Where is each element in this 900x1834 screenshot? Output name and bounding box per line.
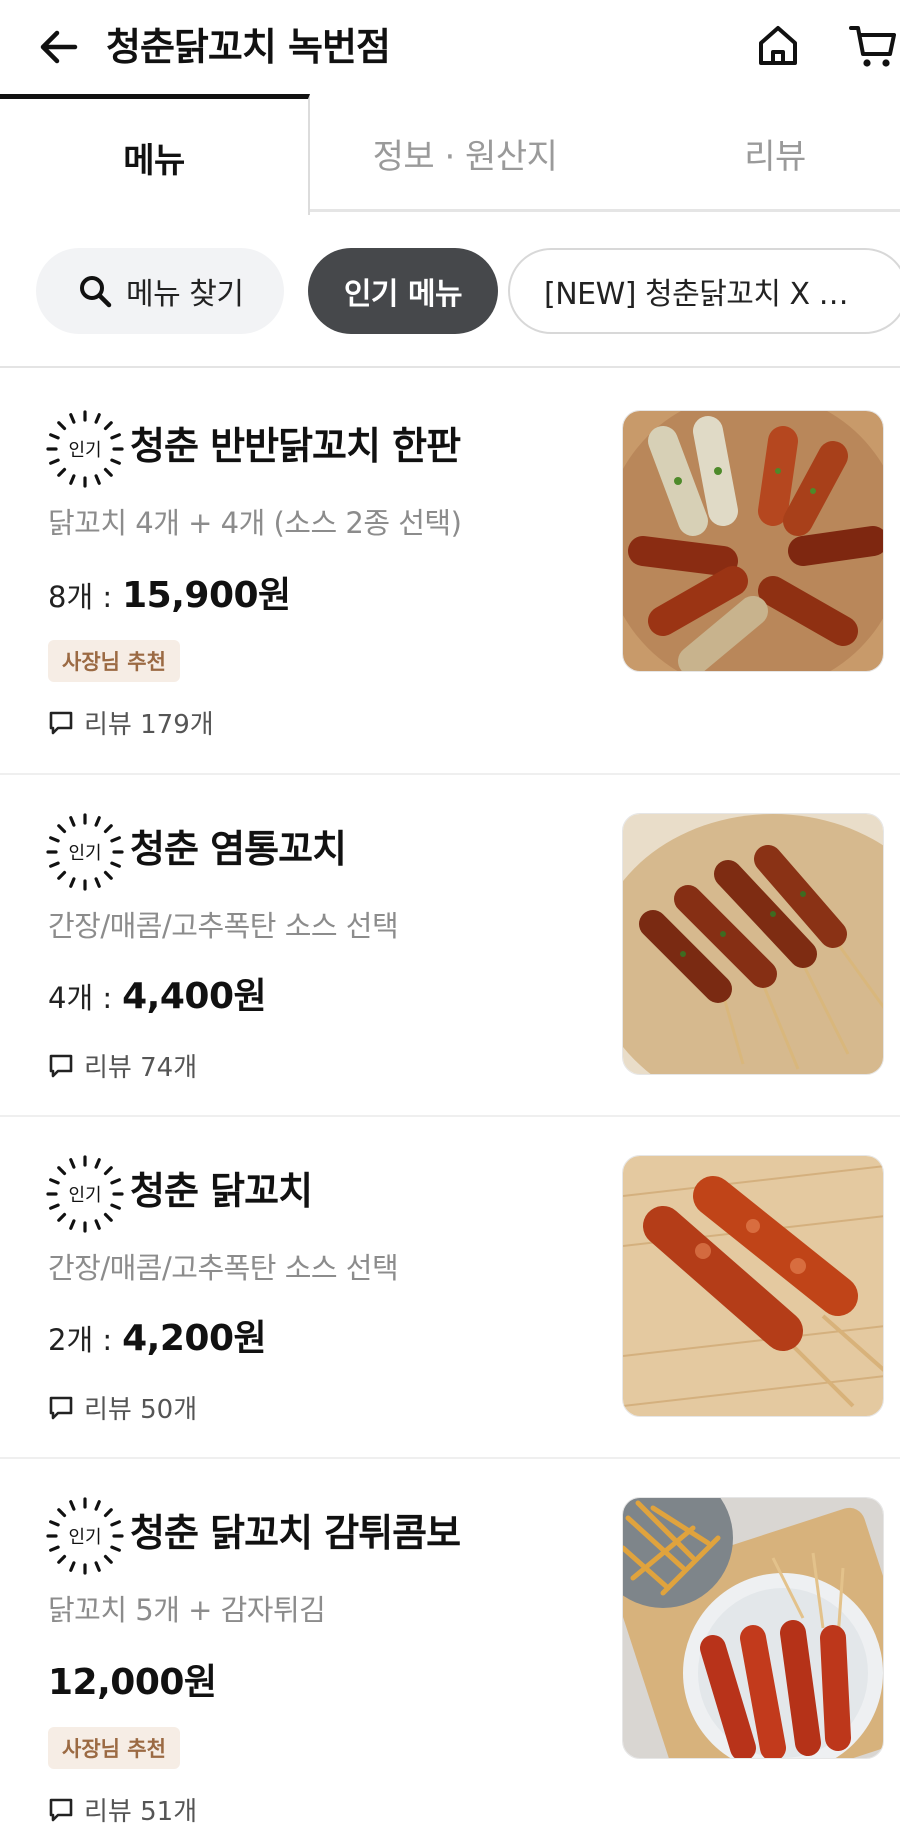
home-button[interactable]: [752, 20, 804, 72]
popular-menu-chip[interactable]: 인기 메뉴: [308, 248, 498, 334]
owner-recommend-badge: 사장님 추천: [48, 640, 180, 682]
menu-item-quantity: 8개 :: [48, 580, 113, 614]
menu-item-price-line: 12,000원: [48, 1653, 217, 1705]
svg-text:인기: 인기: [68, 843, 101, 864]
store-title: 청춘닭꼬치 녹번점: [106, 25, 391, 69]
menu-item-review: 리뷰 74개: [48, 1047, 197, 1084]
comment-icon: [48, 1395, 74, 1421]
menu-item-description: 닭꼬치 4개 + 4개 (소스 2종 선택): [48, 506, 462, 540]
tab-menu[interactable]: 메뉴: [0, 94, 310, 215]
menu-item-name: 청춘 닭꼬치 감튀콤보: [130, 1511, 461, 1555]
tab-info-origin[interactable]: 정보 · 원산지: [310, 94, 620, 212]
new-menu-chip[interactable]: [NEW] 청춘닭꼬치 X …: [508, 248, 900, 334]
menu-item-image: [622, 813, 884, 1075]
owner-recommend-badge: 사장님 추천: [48, 1727, 180, 1769]
menu-item-price-line: 2개 : 4,200원: [48, 1309, 267, 1361]
comment-icon: [48, 710, 74, 736]
menu-item-price: 4,400원: [122, 976, 267, 1017]
menu-item[interactable]: 인기 청춘 닭꼬치 간장/매콤/고추폭탄 소스 선택 2개 : 4,200원 리…: [0, 1119, 900, 1459]
tab-review[interactable]: 리뷰: [620, 94, 900, 212]
svg-text:인기: 인기: [68, 440, 101, 461]
search-icon: [78, 274, 112, 308]
popular-badge-icon: 인기: [46, 1497, 124, 1575]
popular-badge-icon: 인기: [46, 813, 124, 891]
menu-item[interactable]: 인기 청춘 염통꼬치 간장/매콤/고추폭탄 소스 선택 4개 : 4,400원 …: [0, 777, 900, 1117]
review-count: 리뷰 50개: [84, 1395, 198, 1425]
menu-item-price: 15,900원: [122, 575, 291, 616]
menu-item-description: 간장/매콤/고추폭탄 소스 선택: [48, 1251, 399, 1285]
svg-text:인기: 인기: [68, 1185, 101, 1206]
comment-icon: [48, 1053, 74, 1079]
menu-item-price-line: 4개 : 4,400원: [48, 967, 267, 1019]
popular-badge-icon: 인기: [46, 1155, 124, 1233]
menu-item-name: 청춘 닭꼬치: [130, 1169, 313, 1213]
menu-item-review: 리뷰 50개: [48, 1389, 197, 1426]
menu-item-image: [622, 1497, 884, 1759]
home-icon: [759, 26, 797, 65]
menu-search-chip[interactable]: 메뉴 찾기: [36, 248, 284, 334]
back-button[interactable]: [34, 22, 84, 72]
menu-item-name: 청춘 염통꼬치: [130, 827, 347, 871]
menu-item-name: 청춘 반반닭꼬치 한판: [130, 424, 461, 468]
popular-badge-icon: 인기: [46, 410, 124, 488]
menu-item-review: 리뷰 51개: [48, 1791, 197, 1828]
menu-category-chips: 메뉴 찾기 인기 메뉴 [NEW] 청춘닭꼬치 X …: [0, 212, 900, 368]
review-count: 리뷰 74개: [84, 1053, 198, 1083]
svg-text:인기: 인기: [68, 1527, 101, 1548]
menu-item-description: 닭꼬치 5개 + 감자튀김: [48, 1593, 326, 1627]
menu-item[interactable]: 인기 청춘 반반닭꼬치 한판 닭꼬치 4개 + 4개 (소스 2종 선택) 8개…: [0, 370, 900, 775]
arrow-left-icon: [40, 30, 78, 64]
menu-item-description: 간장/매콤/고추폭탄 소스 선택: [48, 909, 399, 943]
menu-item-review: 리뷰 179개: [48, 704, 214, 741]
menu-item-price: 12,000원: [48, 1662, 217, 1703]
store-tabs: 메뉴 정보 · 원산지 리뷰: [0, 94, 900, 215]
menu-item-quantity: 4개 :: [48, 981, 113, 1015]
menu-item-price-line: 8개 : 15,900원: [48, 566, 291, 618]
menu-item-image: [622, 410, 884, 672]
menu-search-label: 메뉴 찾기: [126, 277, 244, 312]
review-count: 리뷰 51개: [84, 1797, 198, 1827]
cart-button[interactable]: [846, 20, 900, 72]
comment-icon: [48, 1797, 74, 1823]
menu-item[interactable]: 인기 청춘 닭꼬치 감튀콤보 닭꼬치 5개 + 감자튀김 12,000원 사장님…: [0, 1461, 900, 1834]
app-header: 청춘닭꼬치 녹번점: [0, 0, 900, 94]
menu-item-image: [622, 1155, 884, 1417]
cart-icon: [849, 26, 896, 67]
menu-item-price: 4,200원: [122, 1318, 267, 1359]
menu-item-quantity: 2개 :: [48, 1323, 113, 1357]
review-count: 리뷰 179개: [84, 710, 214, 740]
